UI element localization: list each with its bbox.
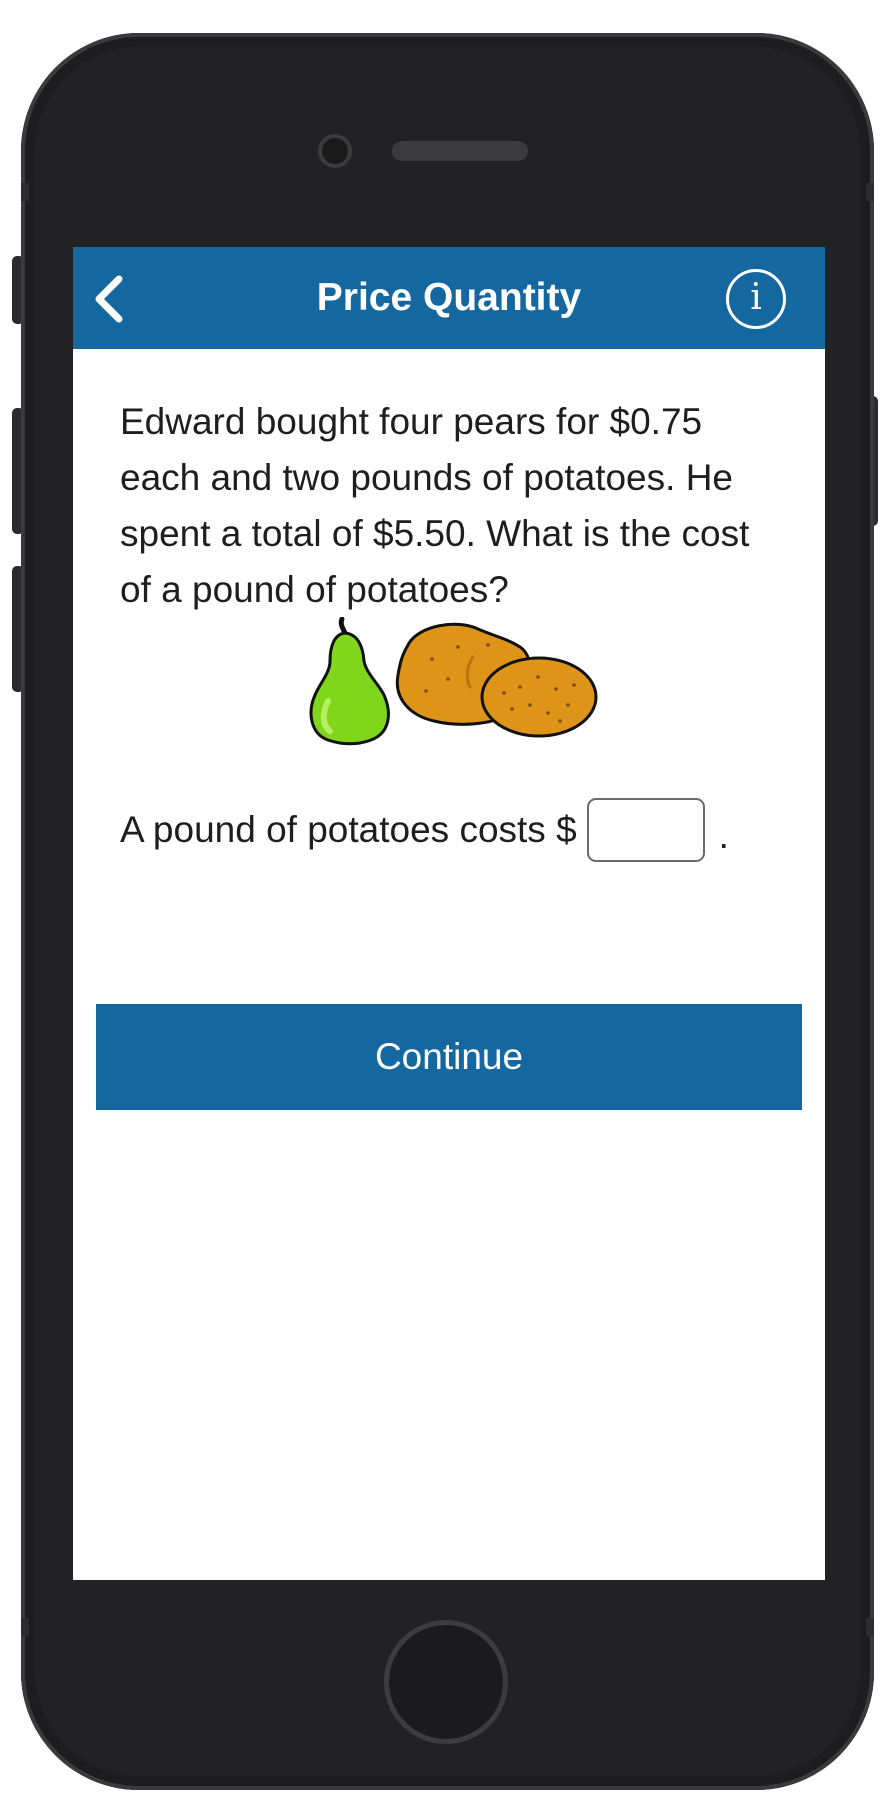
back-button[interactable]: [83, 269, 143, 329]
info-button[interactable]: i: [726, 269, 786, 329]
question-text: Edward bought four pears for $0.75 each …: [120, 401, 750, 610]
antenna-line: [21, 1618, 29, 1636]
answer-input[interactable]: [586, 798, 705, 862]
potato-icon: [480, 656, 598, 738]
app-screen: Price Quantity i Edward bought four pear…: [73, 247, 825, 1580]
antenna-line: [21, 183, 29, 201]
navigation-bar: Price Quantity i: [73, 247, 825, 349]
front-camera: [318, 134, 352, 168]
info-icon: i: [750, 277, 762, 318]
pear-icon: [309, 616, 390, 746]
page-title: Price Quantity: [316, 276, 582, 319]
question-illustration: [298, 616, 608, 747]
antenna-line: [866, 1618, 874, 1636]
continue-button[interactable]: Continue: [96, 1004, 802, 1110]
home-button[interactable]: [384, 1620, 508, 1744]
answer-prefix: A pound of potatoes costs $: [120, 809, 577, 850]
stage: Price Quantity i Edward bought four pear…: [0, 0, 886, 1814]
earpiece-speaker: [392, 141, 528, 161]
answer-row: A pound of potatoes costs $ .: [120, 797, 729, 863]
antenna-line: [866, 183, 874, 201]
chevron-left-icon: [95, 275, 123, 323]
answer-suffix: .: [718, 815, 729, 856]
